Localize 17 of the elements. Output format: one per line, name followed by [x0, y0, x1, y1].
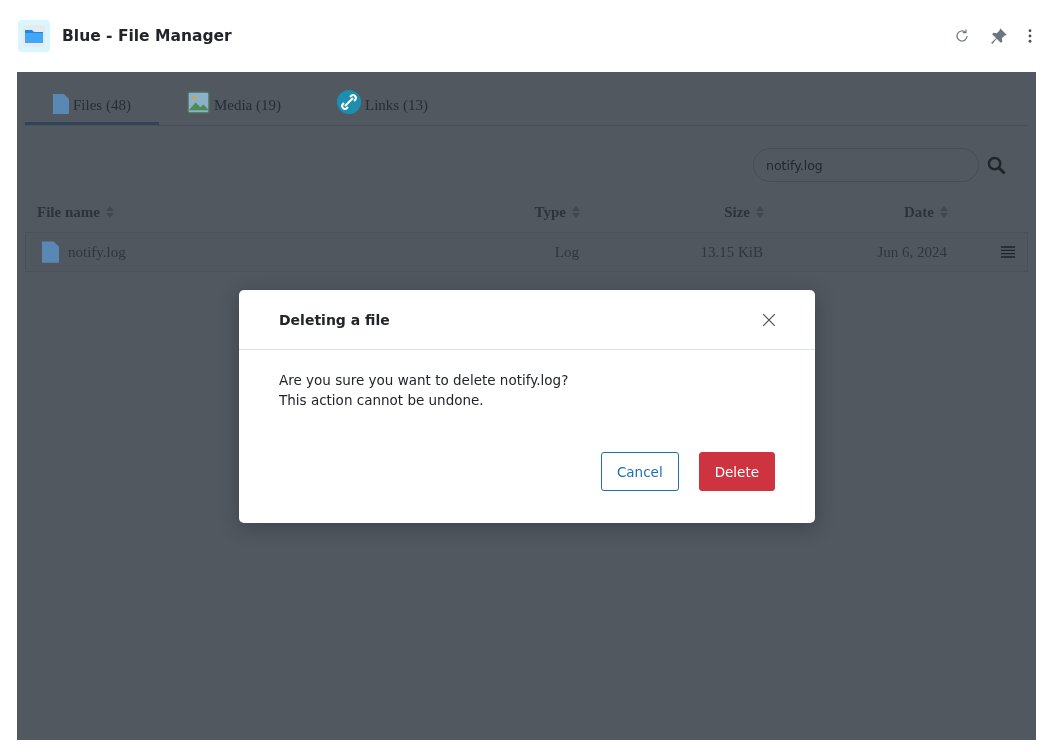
more-icon[interactable]	[1028, 29, 1032, 43]
link-icon	[337, 90, 361, 114]
delete-button[interactable]: Delete	[698, 452, 775, 491]
folder-icon	[18, 20, 50, 52]
file-icon	[53, 94, 69, 114]
dialog-message: This action cannot be undone.	[279, 392, 484, 408]
pin-icon[interactable]	[990, 27, 1008, 45]
refresh-icon[interactable]	[954, 28, 970, 44]
close-icon[interactable]	[763, 313, 775, 326]
search-icon[interactable]	[987, 155, 1006, 175]
dialog-message: Are you sure you want to delete notify.log?	[279, 372, 569, 388]
window-title: Blue - File Manager	[62, 27, 232, 45]
image-icon	[186, 91, 210, 114]
file-icon	[42, 241, 59, 263]
menu-icon[interactable]	[1001, 246, 1015, 258]
dialog-title: Deleting a file	[279, 311, 390, 328]
cancel-button[interactable]: Cancel	[600, 452, 679, 491]
